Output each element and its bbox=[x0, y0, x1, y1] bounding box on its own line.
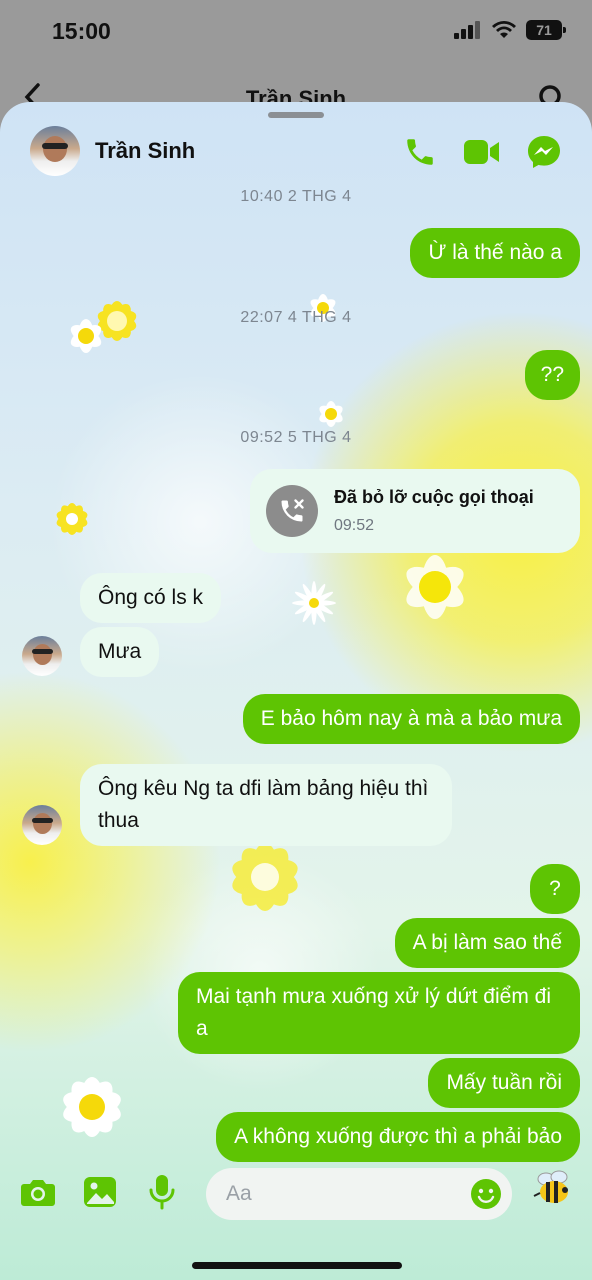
battery-level: 71 bbox=[536, 22, 552, 38]
flower-decoration-icon bbox=[56, 503, 88, 535]
message-bubble-incoming[interactable]: Mưa bbox=[80, 627, 160, 677]
status-bar: 15:00 71 bbox=[0, 0, 592, 64]
missed-call-card[interactable]: Đã bỏ lỡ cuộc gọi thoại 09:52 bbox=[250, 469, 580, 553]
avatar-face bbox=[43, 136, 67, 162]
video-call-button[interactable] bbox=[462, 132, 502, 172]
missed-call-title: Đã bỏ lỡ cuộc gọi thoại bbox=[334, 487, 534, 507]
message-input[interactable] bbox=[226, 1168, 466, 1220]
camera-icon bbox=[21, 1180, 55, 1206]
avatar-glasses bbox=[32, 649, 53, 654]
message-bubble-outgoing[interactable]: Ừ là thế nào a bbox=[410, 228, 580, 278]
flower-decoration-icon bbox=[406, 555, 464, 619]
chat-sheet: Trần Sinh 10:40 2 THG 4 22:07 4 THG 4 09… bbox=[0, 102, 592, 1280]
avatar[interactable] bbox=[22, 636, 62, 676]
chat-header: Trần Sinh bbox=[0, 122, 592, 182]
composer-bar bbox=[0, 1158, 592, 1238]
video-call-icon bbox=[464, 140, 499, 164]
emoji-icon[interactable] bbox=[470, 1178, 502, 1210]
avatar-face bbox=[33, 813, 52, 834]
gallery-button[interactable] bbox=[80, 1172, 120, 1212]
signal-icon bbox=[454, 21, 480, 39]
contact-name[interactable]: Trần Sinh bbox=[95, 138, 195, 164]
camera-button[interactable] bbox=[18, 1172, 58, 1212]
message-bubble-outgoing[interactable]: A bị làm sao thế bbox=[394, 918, 580, 968]
status-time: 15:00 bbox=[52, 18, 111, 44]
microphone-button[interactable] bbox=[142, 1172, 182, 1212]
timestamp: 09:52 5 THG 4 bbox=[240, 429, 352, 446]
flower-decoration-icon bbox=[292, 581, 336, 625]
messenger-button[interactable] bbox=[524, 132, 564, 172]
status-indicators: 71 bbox=[454, 20, 566, 40]
message-bubble-outgoing[interactable]: ?? bbox=[524, 350, 580, 400]
message-bubble-incoming[interactable]: Ông có ls k bbox=[80, 573, 222, 623]
avatar-face bbox=[33, 644, 52, 665]
battery-icon: 71 bbox=[526, 20, 566, 40]
message-input-container[interactable] bbox=[206, 1168, 512, 1220]
flower-decoration-icon bbox=[63, 1077, 121, 1137]
missed-call-icon bbox=[266, 485, 318, 537]
message-bubble-outgoing[interactable]: E bảo hôm nay à mà a bảo mưa bbox=[242, 694, 580, 744]
avatar[interactable] bbox=[30, 126, 80, 176]
avatar-glasses bbox=[32, 818, 53, 823]
sheet-grabber[interactable] bbox=[268, 112, 324, 118]
bee-sticker-icon[interactable] bbox=[532, 1166, 576, 1210]
microphone-icon bbox=[149, 1175, 175, 1210]
message-bubble-outgoing[interactable]: A không xuống được thì a phải bảo bbox=[216, 1112, 580, 1162]
home-indicator[interactable] bbox=[192, 1262, 402, 1269]
gallery-icon bbox=[84, 1177, 116, 1207]
missed-call-time: 09:52 bbox=[334, 517, 375, 534]
phone-call-button[interactable] bbox=[400, 132, 440, 172]
flower-decoration-icon bbox=[319, 401, 343, 427]
avatar[interactable] bbox=[22, 805, 62, 845]
message-bubble-outgoing[interactable]: ? bbox=[530, 864, 580, 914]
wifi-icon bbox=[492, 21, 516, 38]
avatar-glasses bbox=[42, 143, 68, 149]
timestamp: 22:07 4 THG 4 bbox=[240, 309, 352, 326]
message-bubble-incoming[interactable]: Ông kêu Ng ta dfi làm bảng hiệu thì thua bbox=[80, 764, 452, 846]
message-bubble-outgoing[interactable]: Mấy tuần rồi bbox=[428, 1058, 580, 1108]
message-bubble-outgoing[interactable]: Mai tạnh mưa xuống xử lý dứt điểm đi a bbox=[178, 972, 580, 1054]
messenger-icon bbox=[528, 136, 560, 168]
timestamp: 10:40 2 THG 4 bbox=[240, 188, 352, 205]
phone-icon bbox=[407, 139, 433, 165]
